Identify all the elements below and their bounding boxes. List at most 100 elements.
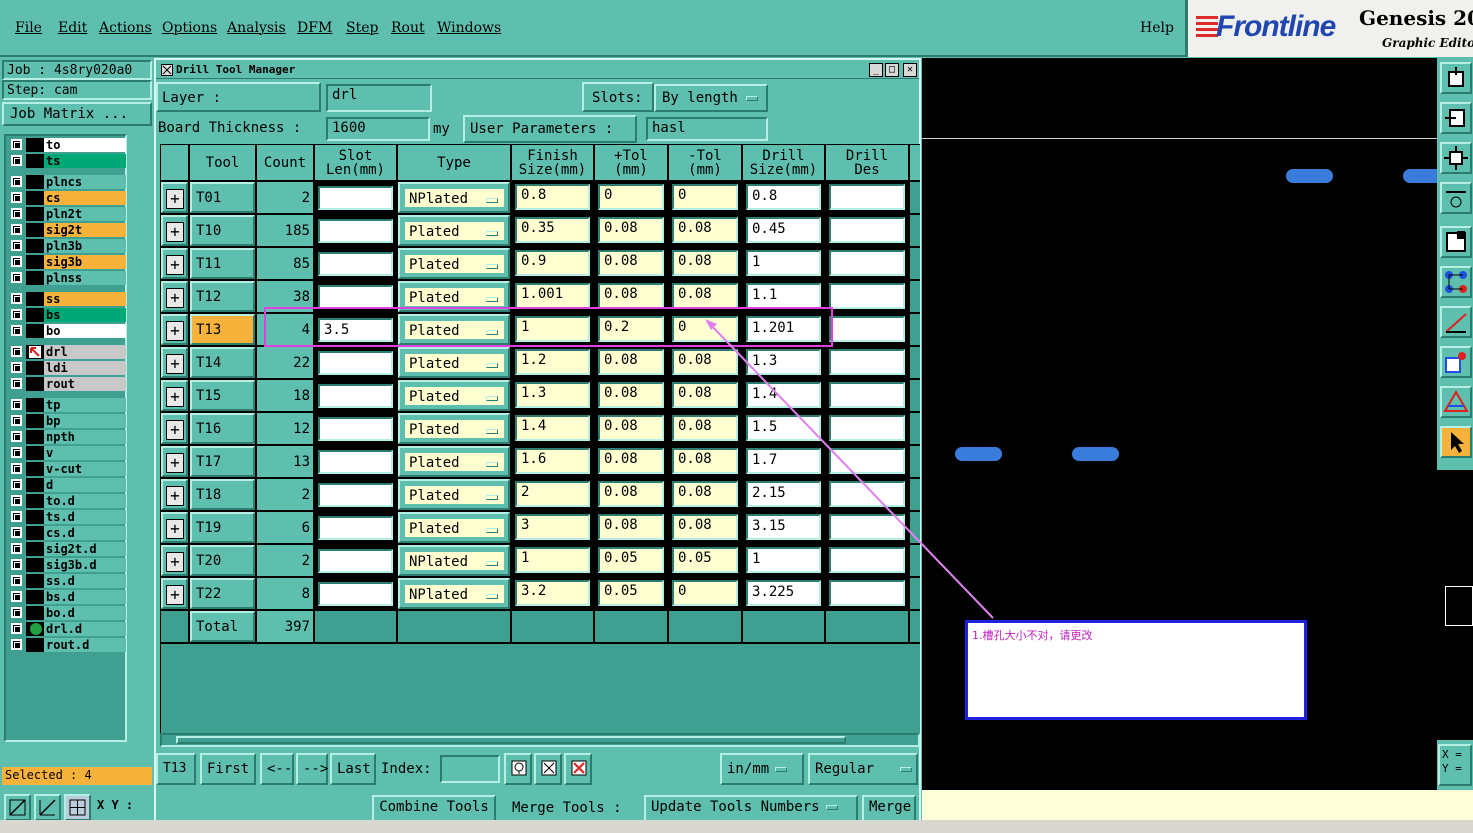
tool-button[interactable]: T14	[190, 347, 255, 378]
units-dropdown[interactable]: in/mm	[720, 753, 804, 785]
plus-tol-input[interactable]: 0.05	[598, 580, 664, 606]
type-dropdown[interactable]: Plated	[398, 479, 510, 510]
minus-tol-input[interactable]: 0	[672, 184, 738, 210]
layer-checkbox[interactable]	[11, 415, 22, 426]
menu-options[interactable]: Options	[162, 20, 217, 36]
layer-checkbox[interactable]	[11, 495, 22, 506]
slot-length-input[interactable]	[318, 186, 393, 210]
tool-button[interactable]: T22	[190, 578, 255, 609]
minus-tol-input[interactable]: 0	[672, 580, 738, 606]
layer-row-ldi[interactable]: ldi	[8, 361, 126, 375]
slot-length-input[interactable]	[318, 549, 393, 573]
finish-input[interactable]: 3.2	[515, 580, 590, 606]
tool-button[interactable]: T10	[190, 215, 255, 246]
menu-file[interactable]: File	[15, 20, 42, 36]
slot-length-input[interactable]	[318, 582, 393, 606]
layer-row-sig2t-d[interactable]: sig2t.d	[8, 542, 126, 556]
merge-button[interactable]: Merge	[862, 795, 916, 823]
expand-row-button[interactable]: +	[161, 479, 188, 510]
layer-row-bs[interactable]: bs	[8, 308, 126, 322]
drill-des-input[interactable]	[829, 547, 905, 573]
minus-tol-input[interactable]: 0.08	[672, 514, 738, 540]
dialog-titlebar[interactable]: Drill Tool Manager _ □ ✕	[156, 60, 919, 79]
finish-input[interactable]: 2	[515, 481, 590, 507]
layer-row-sig3b-d[interactable]: sig3b.d	[8, 558, 126, 572]
layer-row-tp[interactable]: tp	[8, 398, 126, 412]
expand-row-button[interactable]: +	[161, 347, 188, 378]
close-icon[interactable]: ✕	[903, 63, 917, 77]
layer-checkbox[interactable]	[11, 431, 22, 442]
stretch-icon[interactable]	[1440, 182, 1472, 214]
expand-row-button[interactable]: +	[161, 578, 188, 609]
select-box-icon[interactable]	[4, 794, 31, 821]
menu-actions[interactable]: Actions	[99, 20, 152, 36]
slot-feature[interactable]	[1286, 169, 1333, 183]
layer-checkbox[interactable]	[11, 362, 22, 373]
layer-checkbox[interactable]	[11, 559, 22, 570]
type-dropdown[interactable]: NPlated	[398, 182, 510, 213]
finish-input[interactable]: 1	[515, 316, 590, 342]
drill-des-input[interactable]	[829, 184, 905, 210]
drill-des-input[interactable]	[829, 448, 905, 474]
drill-des-input[interactable]	[829, 316, 905, 342]
minus-tol-input[interactable]: 0.05	[672, 547, 738, 573]
expand-row-button[interactable]: +	[161, 182, 188, 213]
index-input[interactable]	[440, 755, 500, 783]
input-icon[interactable]	[1440, 102, 1472, 134]
prev-button[interactable]: <--	[260, 753, 294, 785]
combine-tools-button[interactable]: Combine Tools	[372, 795, 496, 823]
type-dropdown[interactable]: Plated	[398, 215, 510, 246]
finish-input[interactable]: 1.3	[515, 382, 590, 408]
horizontal-scrollbar[interactable]	[160, 733, 920, 747]
type-dropdown[interactable]: Plated	[398, 314, 510, 345]
mode-dropdown[interactable]: Regular	[808, 753, 918, 785]
layer-checkbox[interactable]	[11, 208, 22, 219]
layer-input[interactable]: drl	[326, 84, 432, 112]
layer-row-v-cut[interactable]: v-cut	[8, 462, 126, 476]
drill-size-input[interactable]: 0.8	[746, 184, 821, 210]
type-dropdown[interactable]: NPlated	[398, 578, 510, 609]
layer-row-plncs[interactable]: plncs	[8, 175, 126, 189]
drill-des-input[interactable]	[829, 349, 905, 375]
lamp-icon[interactable]	[504, 753, 532, 785]
minus-tol-input[interactable]: 0.08	[672, 349, 738, 375]
layer-row-bo-d[interactable]: bo.d	[8, 606, 126, 620]
grid-icon[interactable]	[64, 794, 91, 821]
layer-row-sig3b[interactable]: sig3b	[8, 255, 126, 269]
drill-size-input[interactable]: 1.201	[746, 316, 821, 342]
menu-analysis[interactable]: Analysis	[227, 20, 286, 36]
filter-icon[interactable]	[534, 753, 562, 785]
layer-row-plnss[interactable]: plnss	[8, 271, 126, 285]
finish-input[interactable]: 0.9	[515, 250, 590, 276]
slot-feature[interactable]	[1072, 447, 1119, 461]
expand-row-button[interactable]: +	[161, 314, 188, 345]
drill-size-input[interactable]: 1.4	[746, 382, 821, 408]
drill-size-input[interactable]: 3.15	[746, 514, 821, 540]
expand-row-button[interactable]: +	[161, 281, 188, 312]
drill-size-input[interactable]: 0.45	[746, 217, 821, 243]
tool-button[interactable]: T11	[190, 248, 255, 279]
layer-row-pln2t[interactable]: pln2t	[8, 207, 126, 221]
layer-checkbox[interactable]	[11, 293, 22, 304]
slot-feature[interactable]	[955, 447, 1002, 461]
plus-tol-input[interactable]: 0.08	[598, 382, 664, 408]
layer-checkbox[interactable]	[11, 192, 22, 203]
layer-checkbox[interactable]	[11, 511, 22, 522]
layer-checkbox[interactable]	[11, 309, 22, 320]
type-dropdown[interactable]: Plated	[398, 512, 510, 543]
layer-checkbox[interactable]	[11, 463, 22, 474]
layer-checkbox[interactable]	[11, 639, 22, 650]
user-parameters-input[interactable]: hasl	[646, 117, 768, 141]
slot-length-input[interactable]	[318, 417, 393, 441]
menu-rout[interactable]: Rout	[391, 20, 425, 36]
next-button[interactable]: -->	[296, 753, 328, 785]
menu-help[interactable]: Help	[1140, 20, 1174, 36]
layer-row-bp[interactable]: bp	[8, 414, 126, 428]
layer-row-ss-d[interactable]: ss.d	[8, 574, 126, 588]
plus-tol-input[interactable]: 0.08	[598, 415, 664, 441]
layer-checkbox[interactable]	[11, 176, 22, 187]
slot-length-input[interactable]: 3.5	[318, 318, 393, 342]
plus-tol-input[interactable]: 0.08	[598, 448, 664, 474]
plus-tol-input[interactable]: 0.08	[598, 349, 664, 375]
minus-tol-input[interactable]: 0.08	[672, 382, 738, 408]
